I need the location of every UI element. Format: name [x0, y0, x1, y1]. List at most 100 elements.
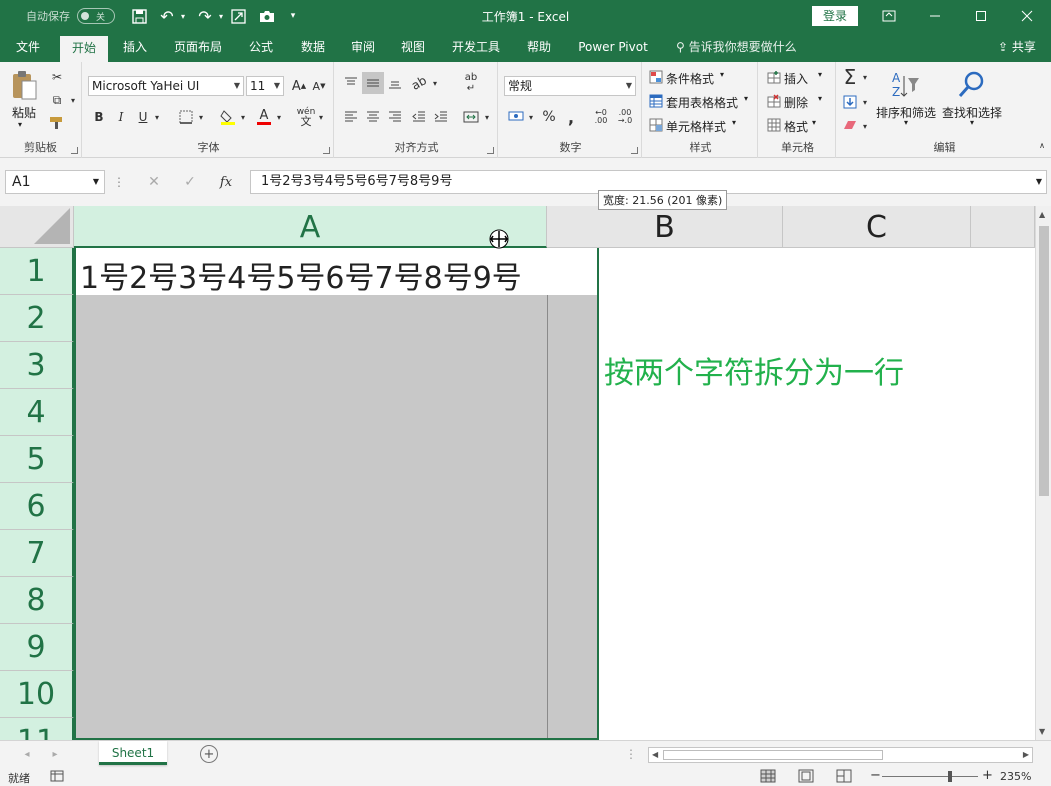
currency-dropdown-icon[interactable]: ▾	[526, 106, 536, 128]
wrap-text-icon[interactable]: ab ↵	[460, 70, 482, 96]
sort-filter-icon[interactable]: AZ	[888, 68, 922, 102]
increase-decimal-icon[interactable]: ←0.00	[590, 106, 612, 128]
font-size-combo[interactable]: 11 ▼	[246, 76, 284, 96]
cell-a1[interactable]: 1号2号3号4号5号6号7号8号9号	[74, 248, 598, 296]
scroll-down-icon[interactable]: ▼	[1039, 727, 1045, 736]
autosum-icon[interactable]: Σ	[840, 65, 860, 89]
percent-button[interactable]: %	[540, 106, 558, 128]
macro-record-icon[interactable]	[50, 769, 64, 786]
zoom-slider[interactable]	[882, 776, 978, 777]
row-header-9[interactable]: 9	[0, 624, 74, 671]
number-format-combo[interactable]: 常规 ▼	[504, 76, 636, 96]
format-cells-label[interactable]: 格式	[784, 118, 808, 135]
fill-color-dropdown-icon[interactable]: ▾	[238, 106, 248, 128]
cell-styles-icon[interactable]	[648, 116, 664, 134]
conditional-format-icon[interactable]	[648, 68, 664, 86]
number-launcher-icon[interactable]	[631, 147, 638, 154]
name-box[interactable]: A1 ▼	[5, 170, 105, 194]
row-header-2[interactable]: 2	[0, 295, 74, 342]
insert-cells-label[interactable]: 插入	[784, 70, 808, 87]
minimize-icon[interactable]	[912, 0, 958, 32]
row-header-1[interactable]: 1	[0, 248, 74, 295]
cell-styles-label[interactable]: 单元格样式	[666, 118, 726, 135]
save-icon[interactable]	[128, 0, 150, 32]
format-as-table-label[interactable]: 套用表格格式	[666, 94, 738, 111]
align-left-icon[interactable]	[340, 106, 362, 128]
paste-dropdown-icon[interactable]: ▾	[18, 120, 22, 129]
login-button[interactable]: 登录	[812, 6, 858, 26]
scroll-up-icon[interactable]: ▲	[1039, 210, 1045, 219]
tab-view[interactable]: 视图	[392, 32, 434, 62]
scroll-right-icon[interactable]: ▶	[1023, 750, 1029, 759]
scroll-left-icon[interactable]: ◀	[652, 750, 658, 759]
spreadsheet-grid[interactable]: A B C 1 2 3 4 5 6 7 8 9 10 11 1号2号3号4号5号…	[0, 206, 1035, 740]
vertical-scroll-thumb[interactable]	[1039, 226, 1049, 496]
clear-dropdown-icon[interactable]: ▾	[860, 116, 870, 136]
merge-dropdown-icon[interactable]: ▾	[482, 106, 492, 128]
share-button[interactable]: ⇪ 共享	[998, 32, 1036, 62]
row-header-6[interactable]: 6	[0, 483, 74, 530]
tab-insert[interactable]: 插入	[114, 32, 156, 62]
format-painter-icon[interactable]	[46, 114, 68, 132]
paste-icon[interactable]	[8, 68, 40, 102]
select-all-corner[interactable]	[0, 206, 74, 248]
delete-cells-label[interactable]: 删除	[784, 94, 808, 111]
vertical-scrollbar[interactable]: ▲ ▼	[1035, 206, 1051, 740]
add-sheet-icon[interactable]: +	[200, 745, 218, 763]
tab-help[interactable]: 帮助	[518, 32, 560, 62]
fill-color-icon[interactable]	[218, 106, 238, 128]
insert-function-button[interactable]: fx	[212, 172, 240, 192]
insert-cells-icon[interactable]	[766, 68, 782, 86]
font-name-combo[interactable]: Microsoft YaHei UI ▼	[88, 76, 244, 96]
tab-developer[interactable]: 开发工具	[444, 32, 508, 62]
maximize-icon[interactable]	[958, 0, 1004, 32]
increase-font-icon[interactable]: A ▲	[290, 76, 308, 96]
decrease-font-icon[interactable]: A ▼	[310, 76, 328, 96]
align-top-icon[interactable]	[340, 72, 362, 94]
close-icon[interactable]	[1004, 0, 1050, 32]
column-header-d[interactable]	[971, 206, 1035, 248]
bold-button[interactable]: B	[90, 106, 108, 128]
borders-dropdown-icon[interactable]: ▾	[196, 106, 206, 128]
tab-page-layout[interactable]: 页面布局	[166, 32, 230, 62]
tab-data[interactable]: 数据	[292, 32, 334, 62]
prev-sheet-icon[interactable]: ◂	[20, 745, 34, 763]
horizontal-scroll-thumb[interactable]	[663, 750, 883, 760]
comma-button[interactable]: ,	[562, 106, 580, 128]
copy-dropdown-icon[interactable]: ▾	[68, 91, 78, 109]
fill-icon[interactable]	[840, 92, 860, 112]
phonetic-dropdown-icon[interactable]: ▾	[316, 106, 326, 128]
tab-file[interactable]: 文件	[6, 32, 50, 62]
tab-home[interactable]: 开始	[60, 36, 108, 62]
align-bottom-icon[interactable]	[384, 72, 406, 94]
customize-toolbar-icon[interactable]: ▾	[286, 0, 300, 32]
row-header-3[interactable]: 3	[0, 342, 74, 389]
undo-dropdown-icon[interactable]: ▾	[178, 0, 188, 32]
enter-icon[interactable]: ✓	[176, 172, 204, 192]
font-color-dropdown-icon[interactable]: ▾	[274, 106, 284, 128]
tab-review[interactable]: 审阅	[342, 32, 384, 62]
copy-icon[interactable]: ⧉	[46, 91, 68, 109]
row-header-7[interactable]: 7	[0, 530, 74, 577]
clipboard-launcher-icon[interactable]	[71, 147, 78, 154]
decrease-decimal-icon[interactable]: .00 →.0	[614, 106, 636, 128]
redo-icon[interactable]: ↷	[194, 0, 216, 32]
zoom-out-icon[interactable]: −	[870, 768, 881, 783]
fill-dropdown-icon[interactable]: ▾	[860, 92, 870, 112]
row-header-4[interactable]: 4	[0, 389, 74, 436]
next-sheet-icon[interactable]: ▸	[48, 745, 62, 763]
conditional-format-dropdown-icon[interactable]: ▾	[720, 70, 724, 79]
redo-dropdown-icon[interactable]: ▾	[216, 0, 226, 32]
camera-icon[interactable]	[256, 0, 278, 32]
align-right-icon[interactable]	[384, 106, 406, 128]
merge-center-icon[interactable]	[460, 106, 482, 128]
align-center-icon[interactable]	[362, 106, 384, 128]
row-header-5[interactable]: 5	[0, 436, 74, 483]
align-middle-icon[interactable]	[362, 72, 384, 94]
page-layout-view-icon[interactable]	[798, 769, 814, 786]
find-select-icon[interactable]	[954, 68, 988, 102]
undo-icon[interactable]: ↶	[156, 0, 178, 32]
sheet-tab-sheet1[interactable]: Sheet1	[99, 741, 167, 765]
cancel-icon[interactable]: ✕	[140, 172, 168, 192]
clear-icon[interactable]	[840, 116, 860, 136]
